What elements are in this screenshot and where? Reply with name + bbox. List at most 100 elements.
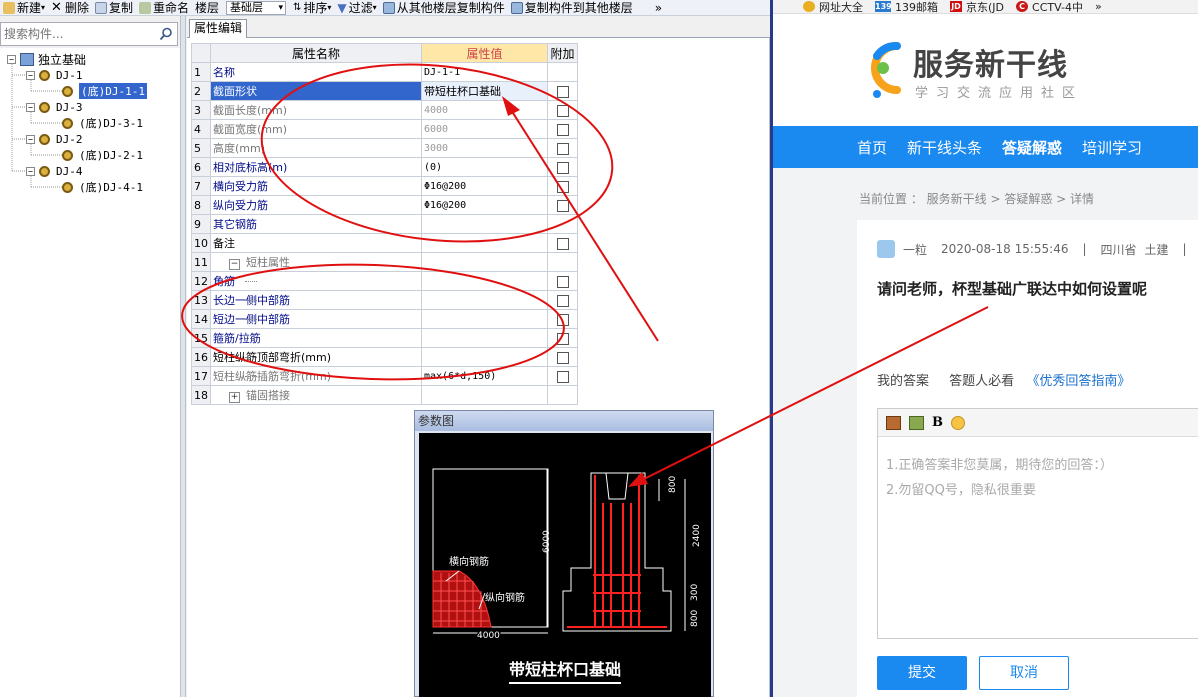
table-row[interactable]: 6 相对底标高(m) (0) [191,157,578,177]
extra-checkbox[interactable] [556,180,569,193]
property-value[interactable] [421,233,548,253]
table-row[interactable]: 17 短柱纵筋插筋弯折(mm) max(6*d,150) [191,366,578,386]
delete-button[interactable]: ✕ 删除 [48,0,92,16]
collapse-icon[interactable]: − [7,54,16,64]
property-value[interactable] [421,214,548,234]
extra-checkbox[interactable] [556,351,569,364]
tree-item-dj-2[interactable]: − DJ-2 [26,131,83,147]
table-row[interactable]: 14 短边一侧中部筋 [191,309,578,329]
question-author[interactable]: 一粒 [903,241,927,258]
property-value[interactable]: 4000 [421,100,548,120]
image-upload-icon[interactable] [909,415,924,430]
toolbar-overflow-button[interactable]: » [652,0,665,16]
tree-child-dj-1-1[interactable]: (底)DJ-1-1 [62,83,147,99]
image-icon[interactable] [886,415,901,430]
nav-training[interactable]: 培训学习 [1082,137,1142,158]
table-row-group[interactable]: 18 + 锚固搭接 [191,385,578,405]
extra-checkbox[interactable] [556,294,569,307]
sort-button[interactable]: ⇅ 排序 ▾ [290,0,334,16]
nav-headlines[interactable]: 新干线头条 [907,137,982,158]
copy-button[interactable]: 复制 [92,0,136,16]
copy-to-floor-button[interactable]: 复制构件到其他楼层 [508,0,636,16]
splitter[interactable] [180,16,186,697]
nav-qa[interactable]: 答疑解惑 [1002,137,1062,158]
table-row[interactable]: 1 名称 DJ-1-1 [191,62,578,82]
extra-checkbox[interactable] [556,332,569,345]
table-row-group[interactable]: 11− 短柱属性 [191,252,578,272]
avatar[interactable] [877,240,895,258]
table-row[interactable]: 12 角筋 [191,271,578,291]
table-row[interactable]: 4 截面宽度(mm) 6000 [191,119,578,139]
bookmark-cctv[interactable]: C CCTV-4中 [1016,0,1083,15]
property-value[interactable]: max(6*d,150) [421,366,548,386]
table-row[interactable]: 10 备注 [191,233,578,253]
extra-checkbox[interactable] [556,370,569,383]
table-row[interactable]: 13 长边一侧中部筋 [191,290,578,310]
table-row[interactable]: 7 横向受力筋 Φ16@200 [191,176,578,196]
table-row-selected[interactable]: 2 截面形状 带短柱杯口基础 [191,81,578,101]
property-value[interactable]: 3000 [421,138,548,158]
tree-child-dj-4-1[interactable]: (底)DJ-4-1 [62,179,143,195]
new-button[interactable]: 新建 ▾ [0,0,48,16]
property-value[interactable]: DJ-1-1 [421,62,548,82]
collapse-icon[interactable]: − [26,134,35,144]
filter-button[interactable]: ▼ 过滤 ▾ [334,0,379,16]
bookmark-url-nav[interactable]: 网址大全 [803,0,863,15]
extra-checkbox[interactable] [556,85,569,98]
property-value[interactable]: Φ16@200 [421,176,548,196]
component-search-input[interactable] [1,23,151,45]
bookmark-139-mail[interactable]: 139 139邮箱 [875,0,938,15]
table-row[interactable]: 16 短柱纵筋顶部弯折(mm) [191,347,578,367]
tree-item-dj-4[interactable]: − DJ-4 [26,163,83,179]
nav-home[interactable]: 首页 [857,137,887,158]
submit-button[interactable]: 提交 [877,656,967,690]
search-icon[interactable] [159,27,173,41]
cancel-button[interactable]: 取消 [979,656,1069,690]
property-name: 截面长度(mm) [210,100,422,120]
extra-checkbox[interactable] [556,104,569,117]
property-value[interactable] [421,271,548,291]
bookmark-jd[interactable]: JD 京东(JD [950,0,1004,15]
copy-from-floor-button[interactable]: 从其他楼层复制构件 [380,0,508,16]
site-logo-title[interactable]: 服务新干线 [913,40,1068,84]
table-row[interactable]: 5 高度(mm) 3000 [191,138,578,158]
tree-child-dj-2-1[interactable]: (底)DJ-2-1 [62,147,143,163]
group-expand-icon[interactable]: + [229,392,240,403]
property-value[interactable] [421,328,548,348]
tree-child-dj-3-1[interactable]: (底)DJ-3-1 [62,115,143,131]
answer-guide-link[interactable]: 《优秀回答指南》 [1026,374,1130,389]
tree-item-dj-1[interactable]: − DJ-1 [26,67,83,83]
answer-editor[interactable]: B 1.正确答案非您莫属，期待您的回答：） 2.勿留QQ号，隐私很重要 [877,408,1198,639]
property-value[interactable]: (0) [421,157,548,177]
table-row[interactable]: 8 纵向受力筋 Φ16@200 [191,195,578,215]
extra-checkbox[interactable] [556,237,569,250]
collapse-icon[interactable]: − [26,102,35,112]
emoji-icon[interactable] [951,415,965,430]
extra-checkbox[interactable] [556,161,569,174]
tree-item-dj-3[interactable]: − DJ-3 [26,99,83,115]
tree-root[interactable]: − 独立基础 [7,51,86,67]
collapse-icon[interactable]: − [26,166,35,176]
group-collapse-icon[interactable]: − [229,259,240,270]
property-value[interactable]: Φ16@200 [421,195,548,215]
extra-checkbox[interactable] [556,275,569,288]
extra-checkbox[interactable] [556,123,569,136]
property-value[interactable] [421,309,548,329]
collapse-icon[interactable]: − [26,70,35,80]
extra-checkbox[interactable] [556,313,569,326]
property-value[interactable] [421,347,548,367]
extra-checkbox[interactable] [556,199,569,212]
bookmarks-more-button[interactable]: » [1095,0,1102,13]
table-row[interactable]: 15 箍筋/拉筋 [191,328,578,348]
site-logo-icon[interactable] [857,36,917,106]
floor-select[interactable]: 基础层 [226,0,286,15]
rename-button[interactable]: 重命名 [136,0,192,16]
table-row[interactable]: 3 截面长度(mm) 4000 [191,100,578,120]
table-row[interactable]: 9 其它钢筋 [191,214,578,234]
bold-icon[interactable]: B [932,415,943,430]
property-value[interactable]: 6000 [421,119,548,139]
property-value[interactable] [421,290,548,310]
extra-checkbox[interactable] [556,142,569,155]
tab-property-edit[interactable]: 属性编辑 [189,19,248,38]
property-value[interactable]: 带短柱杯口基础 [421,81,548,101]
